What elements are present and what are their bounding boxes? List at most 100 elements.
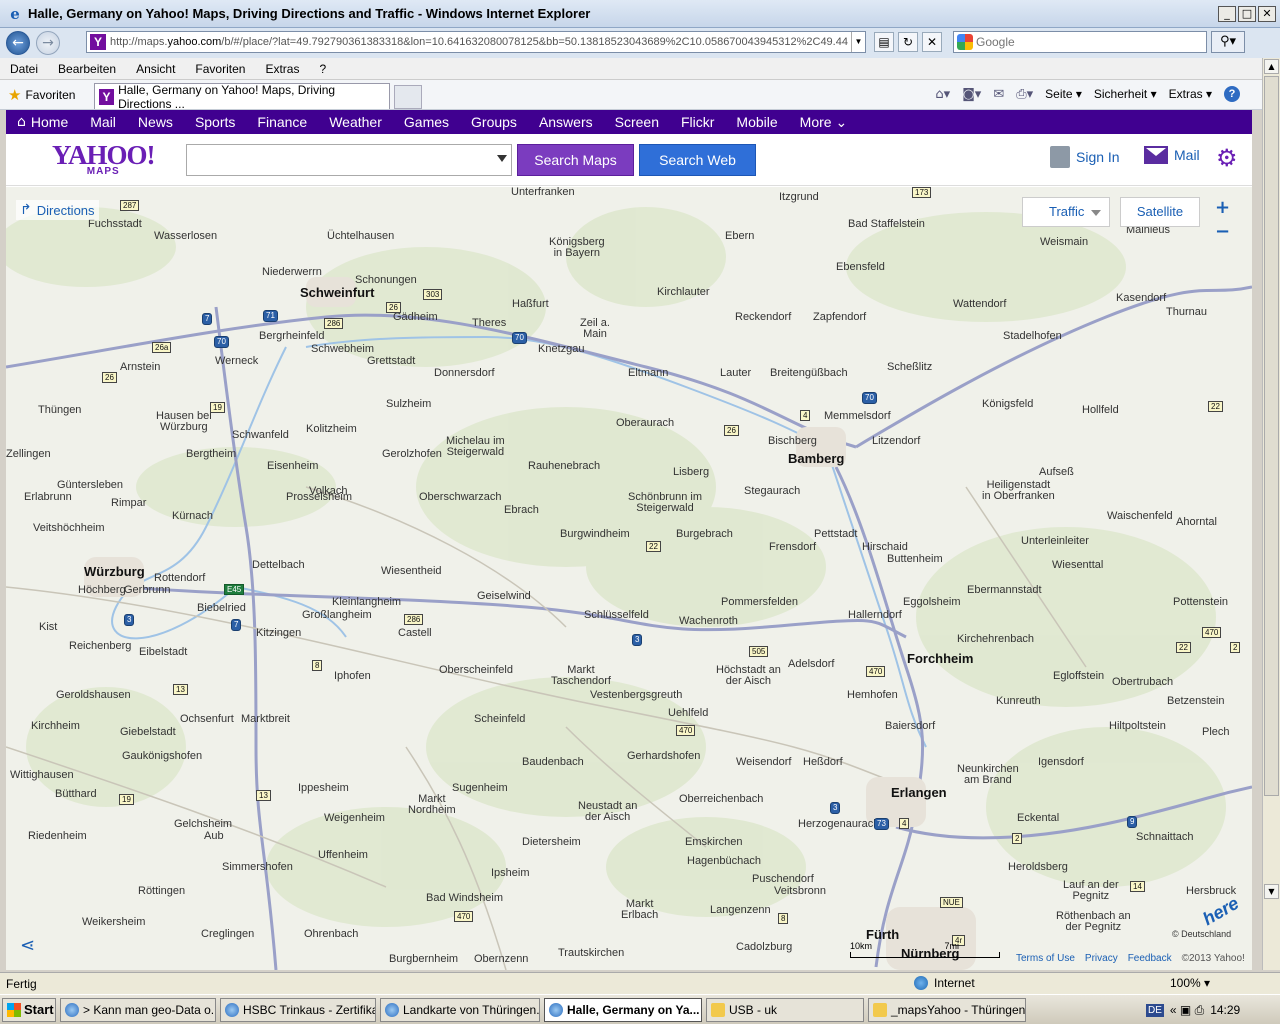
zoom-out-button[interactable]: − — [1215, 221, 1230, 242]
feedback-link[interactable]: Feedback — [1128, 953, 1172, 964]
map-place-label: Hollfeld — [1082, 404, 1119, 416]
map-place-label: Gerolzhofen — [382, 448, 442, 460]
map-scale: 10km 7mi — [850, 941, 1000, 958]
folder-icon — [711, 1002, 725, 1017]
url-text[interactable]: http://maps.yahoo.com/b/#/place/?lat=49.… — [110, 36, 851, 48]
nav-sports[interactable]: Sports — [184, 114, 246, 130]
map-place-label: Kasendorf — [1116, 292, 1167, 304]
mail-link[interactable]: Mail — [1144, 146, 1200, 164]
seite-menu[interactable]: Seite ▾ — [1045, 87, 1082, 101]
map-place-label: Markt Nordheim — [408, 793, 456, 816]
menu-extras[interactable]: Extras — [255, 62, 309, 76]
nav-weather[interactable]: Weather — [318, 114, 393, 130]
extras-menu[interactable]: Extras ▾ — [1169, 87, 1212, 101]
nav-games[interactable]: Games — [393, 114, 460, 130]
road-shield: 26 — [102, 372, 117, 383]
privacy-link[interactable]: Privacy — [1085, 953, 1118, 964]
menu-help[interactable]: ? — [309, 62, 336, 76]
search-input[interactable] — [976, 35, 1176, 49]
nav-home[interactable]: ⌂ Home — [6, 114, 79, 130]
compatibility-icon[interactable]: ▤ — [874, 32, 894, 52]
maximize-button[interactable]: □ — [1238, 5, 1256, 22]
search-field[interactable] — [953, 31, 1207, 53]
traffic-dropdown[interactable]: Traffic — [1022, 197, 1110, 227]
zoom-level[interactable]: 100% ▾ — [1170, 976, 1210, 990]
print-icon[interactable]: ⎙▾ — [1016, 87, 1033, 102]
back-button[interactable]: ← — [6, 31, 30, 55]
taskbar-item[interactable]: HSBC Trinkaus - Zertifika... — [220, 997, 376, 1022]
map-place-label: Stadelhofen — [1003, 330, 1062, 342]
tray-icons[interactable]: « ▣ ⎙ — [1170, 1003, 1204, 1018]
search-web-button[interactable]: Search Web — [639, 144, 756, 176]
menu-favoriten[interactable]: Favoriten — [185, 62, 255, 76]
satellite-button[interactable]: Satellite — [1120, 197, 1200, 227]
yahoo-maps-logo[interactable]: YAHOO! MAPS — [52, 142, 156, 178]
map-place-label: Reichenberg — [69, 640, 132, 652]
search-maps-button[interactable]: Search Maps — [517, 144, 634, 176]
road-shield: 8 — [312, 660, 323, 671]
taskbar-item[interactable]: USB - uk — [706, 997, 864, 1022]
window-controls: _ □ ✕ — [1218, 5, 1276, 22]
taskbar-item-active[interactable]: Halle, Germany on Ya... — [544, 997, 702, 1022]
page-scrollbar[interactable]: ▲ ▼ — [1262, 58, 1280, 970]
menu-datei[interactable]: Datei — [0, 62, 48, 76]
search-dropdown-icon[interactable] — [497, 155, 507, 162]
sign-in-link[interactable]: Sign In — [1050, 146, 1120, 168]
tab-active[interactable]: Y Halle, Germany on Yahoo! Maps, Driving… — [94, 83, 390, 111]
road-shield: 8 — [778, 913, 789, 924]
maps-search-input[interactable] — [186, 144, 512, 176]
forward-button[interactable]: → — [36, 31, 60, 55]
map-place-label: Heroldsberg — [1008, 861, 1068, 873]
scroll-down-button[interactable]: ▼ — [1264, 884, 1279, 899]
map-place-label: Unterleinleiter — [1021, 535, 1089, 547]
map-place-label: Waischenfeld — [1107, 510, 1173, 522]
sicherheit-menu[interactable]: Sicherheit ▾ — [1094, 87, 1157, 101]
start-button[interactable]: Start — [2, 997, 56, 1022]
nav-answers[interactable]: Answers — [528, 114, 604, 130]
map-place-label: Castell — [398, 627, 432, 639]
map-canvas[interactable]: Unterfranken Itzgrund Bad Staffelstein Weis… — [6, 187, 1252, 970]
refresh-icon[interactable]: ↻ — [898, 32, 918, 52]
nav-mail[interactable]: Mail — [79, 114, 127, 130]
favorites-star-icon[interactable]: ★ — [8, 86, 21, 104]
gear-icon[interactable]: ⚙ — [1216, 144, 1238, 172]
map-place-label: Kolitzheim — [306, 423, 357, 435]
home-icon[interactable]: ⌂▾ — [935, 87, 950, 102]
nav-groups[interactable]: Groups — [460, 114, 528, 130]
share-icon[interactable]: ⋖ — [20, 935, 35, 956]
mail-icon[interactable]: ✉ — [993, 87, 1004, 102]
map-place-label: Kitzingen — [256, 627, 302, 639]
taskbar-item[interactable]: Landkarte von Thüringen... — [380, 997, 540, 1022]
menu-bearbeiten[interactable]: Bearbeiten — [48, 62, 126, 76]
nav-flickr[interactable]: Flickr — [670, 114, 725, 130]
url-dropdown-icon[interactable]: ▼ — [851, 32, 865, 52]
menu-ansicht[interactable]: Ansicht — [126, 62, 185, 76]
minimize-button[interactable]: _ — [1218, 5, 1236, 22]
new-tab-button[interactable] — [394, 85, 422, 109]
nav-mobile[interactable]: Mobile — [725, 114, 788, 130]
help-icon[interactable]: ? — [1224, 86, 1240, 102]
map-place-label: Hiltpoltstein — [1109, 720, 1166, 732]
taskbar-item[interactable]: > Kann man geo-Data o... — [60, 997, 216, 1022]
zoom-in-button[interactable]: + — [1215, 197, 1230, 218]
taskbar-item[interactable]: _mapsYahoo - Thüringen... — [868, 997, 1026, 1022]
directions-button[interactable]: ↱ Directions — [16, 200, 99, 220]
road-shield: 71 — [263, 310, 278, 322]
stop-icon[interactable]: ✕ — [922, 32, 942, 52]
close-button[interactable]: ✕ — [1258, 5, 1276, 22]
search-go-button[interactable]: ⚲▾ — [1211, 31, 1245, 53]
nav-news[interactable]: News — [127, 114, 184, 130]
terms-link[interactable]: Terms of Use — [1016, 953, 1075, 964]
rss-icon[interactable]: ◙▾ — [962, 87, 981, 102]
road-shield: 14 — [1130, 881, 1145, 892]
scroll-thumb[interactable] — [1264, 76, 1279, 796]
language-indicator[interactable]: DE — [1146, 1003, 1164, 1017]
map-place-label: Eibelstadt — [139, 646, 188, 658]
nav-more[interactable]: More ⌄ — [789, 114, 859, 131]
favorites-label[interactable]: Favoriten — [25, 88, 75, 102]
nav-finance[interactable]: Finance — [246, 114, 318, 130]
scroll-up-button[interactable]: ▲ — [1264, 59, 1279, 74]
nav-screen[interactable]: Screen — [604, 114, 670, 130]
url-field[interactable]: Y http://maps.yahoo.com/b/#/place/?lat=4… — [86, 31, 866, 53]
map-place-label: Kirchehrenbach — [957, 633, 1035, 645]
